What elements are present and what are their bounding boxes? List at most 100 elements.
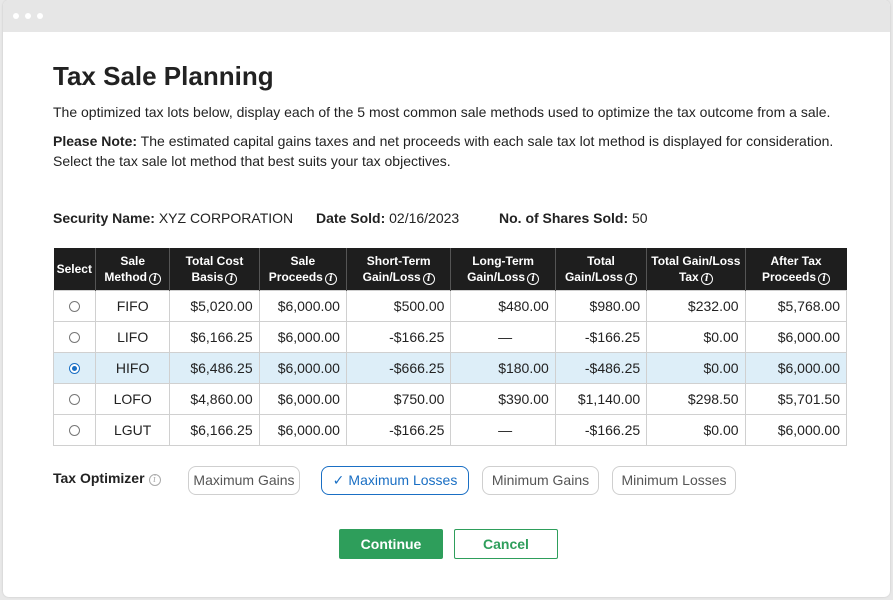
column-header: Select bbox=[53, 248, 96, 290]
info-icon[interactable]: i bbox=[818, 272, 831, 285]
cell-method: HIFO bbox=[95, 351, 171, 384]
security-name-value: XYZ CORPORATION bbox=[158, 210, 294, 226]
row-select-radio[interactable] bbox=[69, 363, 80, 375]
table-row[interactable]: LGUT $6,166.25 $6,000.00 -$166.25— -$166.25 $… bbox=[52, 413, 848, 446]
date-sold-label: Date Sold: bbox=[316, 210, 386, 226]
checkmark-icon: ✓ bbox=[332, 472, 345, 488]
cell-short-term: -$666.25 bbox=[345, 351, 452, 384]
info-icon[interactable]: i bbox=[422, 272, 435, 285]
note-label: Please Note: bbox=[53, 133, 138, 149]
cell-long-term: $390.00 bbox=[450, 382, 556, 415]
cell-method: LIFO bbox=[95, 320, 171, 353]
column-header: After Tax Proceeds i bbox=[744, 248, 847, 290]
cell-long-term: $480.00 bbox=[450, 289, 556, 322]
select-cell bbox=[52, 320, 97, 353]
column-header: Sale Method i bbox=[95, 248, 170, 290]
optimizer-option-minimum-gains[interactable]: Minimum Gains bbox=[482, 466, 599, 495]
window-dot-icon bbox=[37, 13, 43, 19]
cell-tax: $0.00 bbox=[646, 413, 746, 446]
cell-cost-basis: $5,020.00 bbox=[169, 289, 260, 322]
date-sold: Date Sold: 02/16/2023 bbox=[316, 210, 499, 226]
cancel-button[interactable]: Cancel bbox=[454, 529, 558, 559]
cell-method: LGUT bbox=[95, 413, 171, 446]
cell-total: -$166.25 bbox=[554, 320, 648, 353]
cell-proceeds: $6,000.00 bbox=[258, 320, 347, 353]
table-row[interactable]: HIFO $6,486.25 $6,000.00 -$666.25 $180.00 -$4… bbox=[52, 351, 848, 384]
cell-proceeds: $6,000.00 bbox=[258, 413, 347, 446]
shares-sold: No. of Shares Sold: 50 bbox=[499, 210, 648, 226]
table-body: FIFO $5,020.00 $6,000.00 $500.00 $480.00 $980… bbox=[52, 289, 848, 446]
cell-after-tax: $5,768.00 bbox=[744, 289, 848, 322]
cell-long-term: $180.00 bbox=[450, 351, 556, 384]
note-body: The estimated capital gains taxes and ne… bbox=[53, 133, 834, 169]
info-icon[interactable]: i bbox=[700, 272, 713, 285]
cell-tax: $232.00 bbox=[646, 289, 746, 322]
cell-proceeds: $6,000.00 bbox=[258, 351, 347, 384]
cell-after-tax: $6,000.00 bbox=[744, 351, 848, 384]
row-select-radio[interactable] bbox=[69, 425, 80, 437]
cell-total: -$166.25 bbox=[554, 413, 648, 446]
date-sold-value: 02/16/2023 bbox=[389, 210, 460, 226]
cell-tax: $0.00 bbox=[646, 320, 746, 353]
cell-method: FIFO bbox=[95, 289, 171, 322]
cell-cost-basis: $6,166.25 bbox=[169, 413, 260, 446]
app-window: Tax Sale Planning The optimized tax lots… bbox=[3, 0, 890, 597]
info-icon[interactable]: i bbox=[148, 474, 161, 486]
cell-short-term: $750.00 bbox=[345, 382, 452, 415]
cell-method: LOFO bbox=[95, 382, 171, 415]
cell-tax: $0.00 bbox=[646, 351, 746, 384]
cell-short-term: -$166.25 bbox=[345, 320, 452, 353]
cell-total: $980.00 bbox=[554, 289, 648, 322]
page-title: Tax Sale Planning bbox=[53, 61, 274, 91]
sale-details: Security Name: XYZ CORPORATION Date Sold:… bbox=[53, 210, 648, 226]
cell-proceeds: $6,000.00 bbox=[258, 289, 347, 322]
column-header: Total Gain/Loss i bbox=[554, 248, 647, 290]
security-name-label: Security Name: bbox=[53, 210, 155, 226]
optimizer-option-maximum-gains[interactable]: Maximum Gains bbox=[188, 466, 300, 495]
cell-total: -$486.25 bbox=[554, 351, 648, 384]
row-select-radio[interactable] bbox=[69, 394, 80, 406]
tax-optimizer-label: Tax Optimizer i bbox=[53, 470, 161, 486]
optimizer-option-minimum-losses[interactable]: Minimum Losses bbox=[612, 466, 736, 495]
cell-cost-basis: $4,860.00 bbox=[169, 382, 260, 415]
cell-proceeds: $6,000.00 bbox=[258, 382, 347, 415]
info-icon[interactable]: i bbox=[624, 272, 637, 285]
intro-text: The optimized tax lots below, display ea… bbox=[53, 104, 831, 120]
row-select-radio[interactable] bbox=[69, 332, 80, 344]
column-header: Short-Term Gain/Loss i bbox=[345, 248, 451, 290]
select-cell bbox=[52, 413, 97, 446]
table-row[interactable]: FIFO $5,020.00 $6,000.00 $500.00 $480.00 $980… bbox=[52, 289, 848, 322]
table-header: Select Sale Method i Total Cost Basis i Sale Pro… bbox=[53, 248, 847, 290]
cell-long-term: — bbox=[450, 320, 556, 353]
row-select-radio[interactable] bbox=[69, 301, 80, 313]
tax-optimizer: Tax Optimizer i Maximum Gains ✓ Maximum Los… bbox=[53, 466, 848, 496]
cell-short-term: -$166.25 bbox=[345, 413, 452, 446]
window-dot-icon bbox=[25, 13, 31, 19]
info-icon[interactable]: i bbox=[148, 272, 161, 285]
security-name: Security Name: XYZ CORPORATION bbox=[53, 210, 316, 226]
tax-lot-table: Select Sale Method i Total Cost Basis i Sale Pro… bbox=[52, 248, 848, 446]
info-icon[interactable]: i bbox=[324, 272, 337, 285]
cell-cost-basis: $6,486.25 bbox=[169, 351, 260, 384]
cell-cost-basis: $6,166.25 bbox=[169, 320, 260, 353]
column-header: Sale Proceeds i bbox=[258, 248, 347, 290]
info-icon[interactable]: i bbox=[527, 272, 540, 285]
window-dot-icon bbox=[13, 13, 19, 19]
table-row[interactable]: LOFO $4,860.00 $6,000.00 $750.00 $390.00 $1,1… bbox=[52, 382, 848, 415]
column-header: Total Cost Basis i bbox=[169, 248, 260, 290]
shares-sold-label: No. of Shares Sold: bbox=[499, 210, 629, 226]
shares-sold-value: 50 bbox=[632, 210, 648, 226]
optimizer-option-maximum-losses[interactable]: ✓ Maximum Losses bbox=[321, 466, 469, 495]
column-header: Total Gain/Loss Tax i bbox=[646, 248, 746, 290]
select-cell bbox=[52, 382, 97, 415]
continue-button[interactable]: Continue bbox=[339, 529, 443, 559]
cell-after-tax: $6,000.00 bbox=[744, 320, 848, 353]
cell-tax: $298.50 bbox=[646, 382, 746, 415]
column-header: Long-Term Gain/Loss i bbox=[450, 248, 556, 290]
cell-short-term: $500.00 bbox=[345, 289, 452, 322]
select-cell bbox=[52, 289, 97, 322]
note-text: Please Note: The estimated capital gains… bbox=[53, 131, 853, 171]
table-row[interactable]: LIFO $6,166.25 $6,000.00 -$166.25— -$166.25 $… bbox=[52, 320, 848, 353]
cell-long-term: — bbox=[450, 413, 556, 446]
info-icon[interactable]: i bbox=[225, 272, 238, 285]
